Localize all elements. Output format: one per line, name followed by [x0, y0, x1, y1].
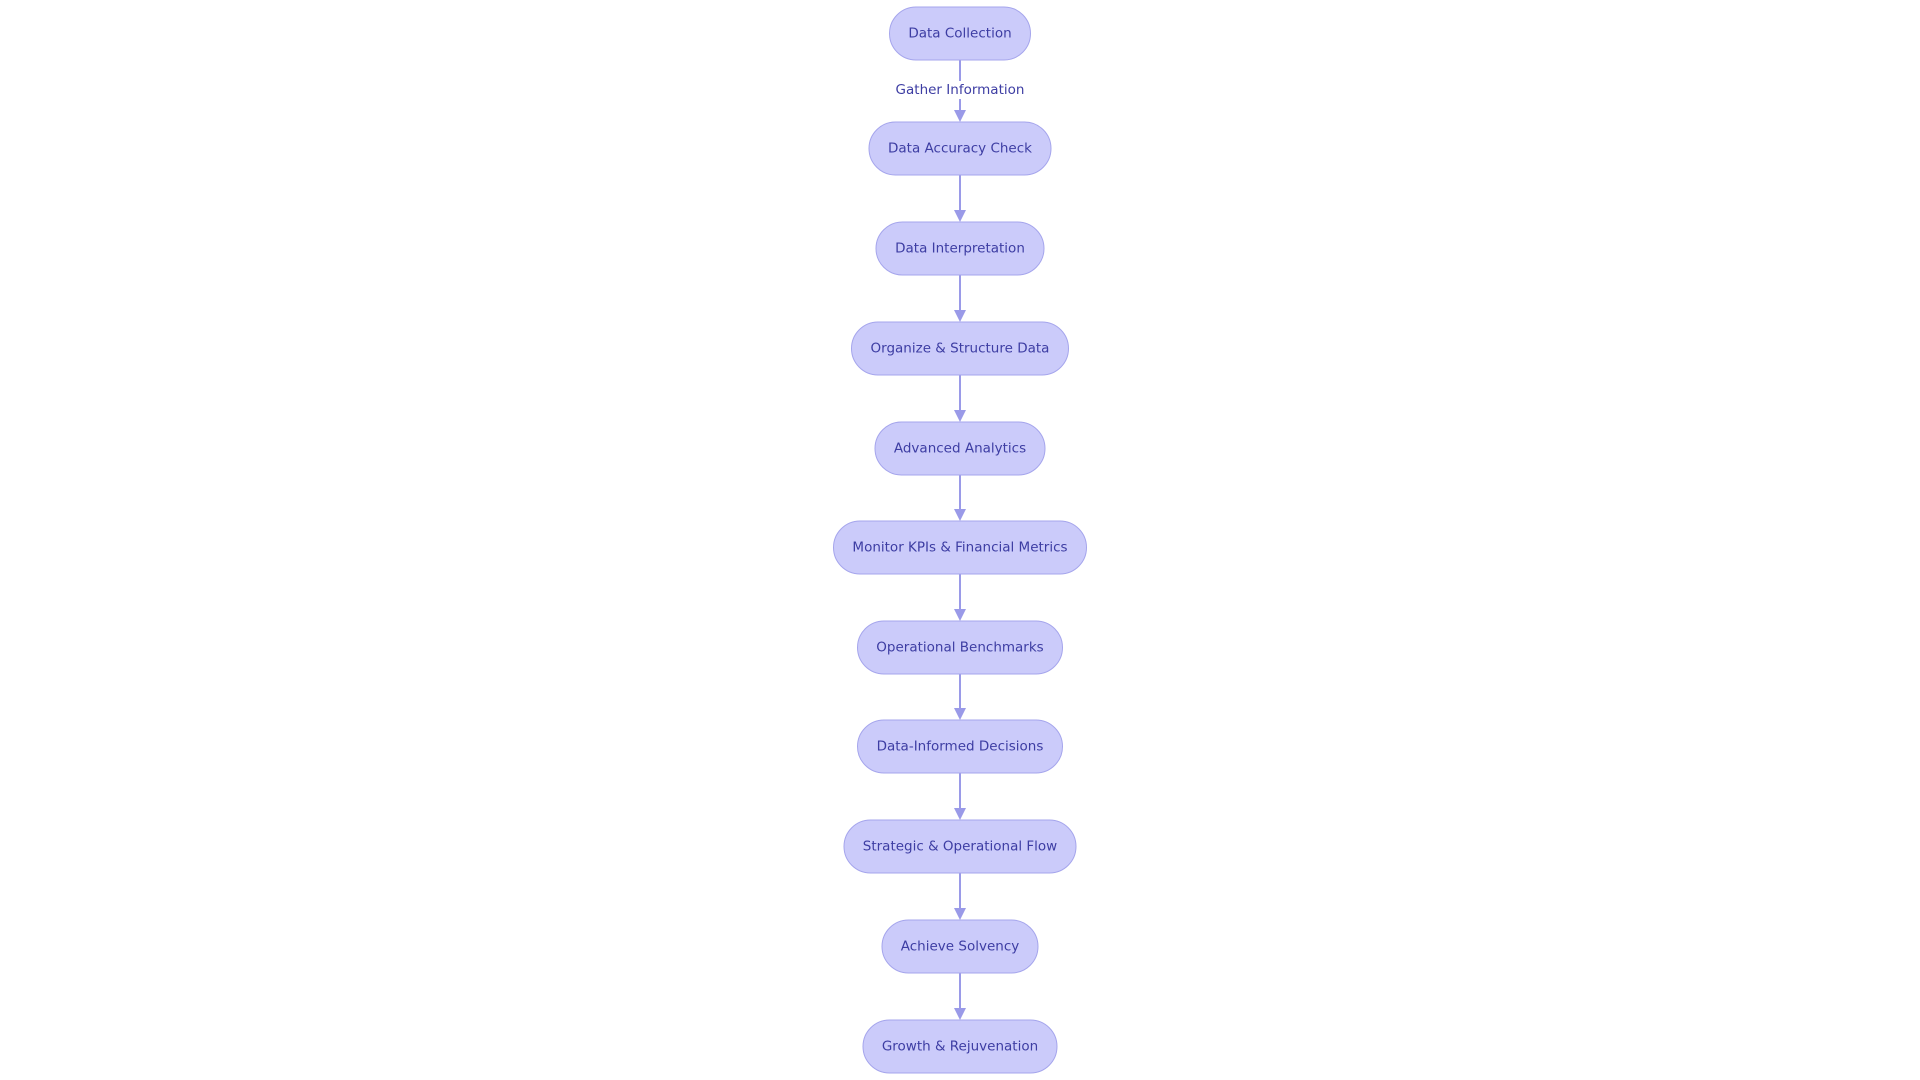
node-label: Advanced Analytics — [894, 441, 1026, 457]
arrowhead-icon — [954, 808, 966, 820]
arrowhead-icon — [954, 310, 966, 322]
edge-n3-to-n4 — [954, 275, 966, 322]
node-operational-benchmarks[interactable]: Operational Benchmarks — [857, 620, 1063, 675]
node-label: Strategic & Operational Flow — [863, 839, 1057, 855]
edge-n7-to-n8 — [954, 674, 966, 720]
arrowhead-icon — [954, 210, 966, 222]
edge-n5-to-n6 — [954, 475, 966, 521]
node-advanced-analytics[interactable]: Advanced Analytics — [874, 421, 1046, 476]
node-label: Organize & Structure Data — [871, 341, 1050, 357]
node-strategic-and-operational-flow[interactable]: Strategic & Operational Flow — [843, 819, 1077, 874]
edge-n4-to-n5 — [954, 375, 966, 422]
node-label: Data Accuracy Check — [888, 141, 1032, 157]
edge-n9-to-n10 — [954, 873, 966, 920]
edge-n2-to-n3 — [954, 175, 966, 222]
arrowhead-icon — [954, 509, 966, 521]
arrowhead-icon — [954, 1008, 966, 1020]
node-achieve-solvency[interactable]: Achieve Solvency — [881, 919, 1039, 974]
edge-n1-to-n2: Gather Information — [893, 60, 1027, 122]
edge-n8-to-n9 — [954, 773, 966, 820]
node-label: Data Interpretation — [895, 241, 1025, 257]
arrowhead-icon — [954, 110, 966, 122]
edge-n6-to-n7 — [954, 574, 966, 621]
arrowhead-icon — [954, 410, 966, 422]
node-organize-and-structure-data[interactable]: Organize & Structure Data — [851, 321, 1069, 376]
arrowhead-icon — [954, 908, 966, 920]
node-label: Data-Informed Decisions — [877, 739, 1044, 755]
node-data-collection[interactable]: Data Collection — [889, 6, 1031, 61]
edge-label: Gather Information — [896, 82, 1025, 98]
node-data-accuracy-check[interactable]: Data Accuracy Check — [868, 121, 1052, 176]
node-monitor-kpis-and-financial-metrics[interactable]: Monitor KPIs & Financial Metrics — [833, 520, 1087, 575]
arrowhead-icon — [954, 609, 966, 621]
edge-n10-to-n11 — [954, 973, 966, 1020]
node-label: Achieve Solvency — [901, 939, 1019, 955]
node-data-interpretation[interactable]: Data Interpretation — [875, 221, 1045, 276]
node-label: Data Collection — [908, 26, 1011, 42]
arrowhead-icon — [954, 708, 966, 720]
node-label: Growth & Rejuvenation — [882, 1039, 1038, 1055]
node-label: Monitor KPIs & Financial Metrics — [852, 540, 1067, 556]
flowchart-diagram: Gather Information Data Collection Data A… — [833, 6, 1087, 1074]
node-data-informed-decisions[interactable]: Data-Informed Decisions — [857, 719, 1063, 774]
node-growth-and-rejuvenation[interactable]: Growth & Rejuvenation — [862, 1019, 1058, 1074]
node-label: Operational Benchmarks — [876, 640, 1043, 656]
